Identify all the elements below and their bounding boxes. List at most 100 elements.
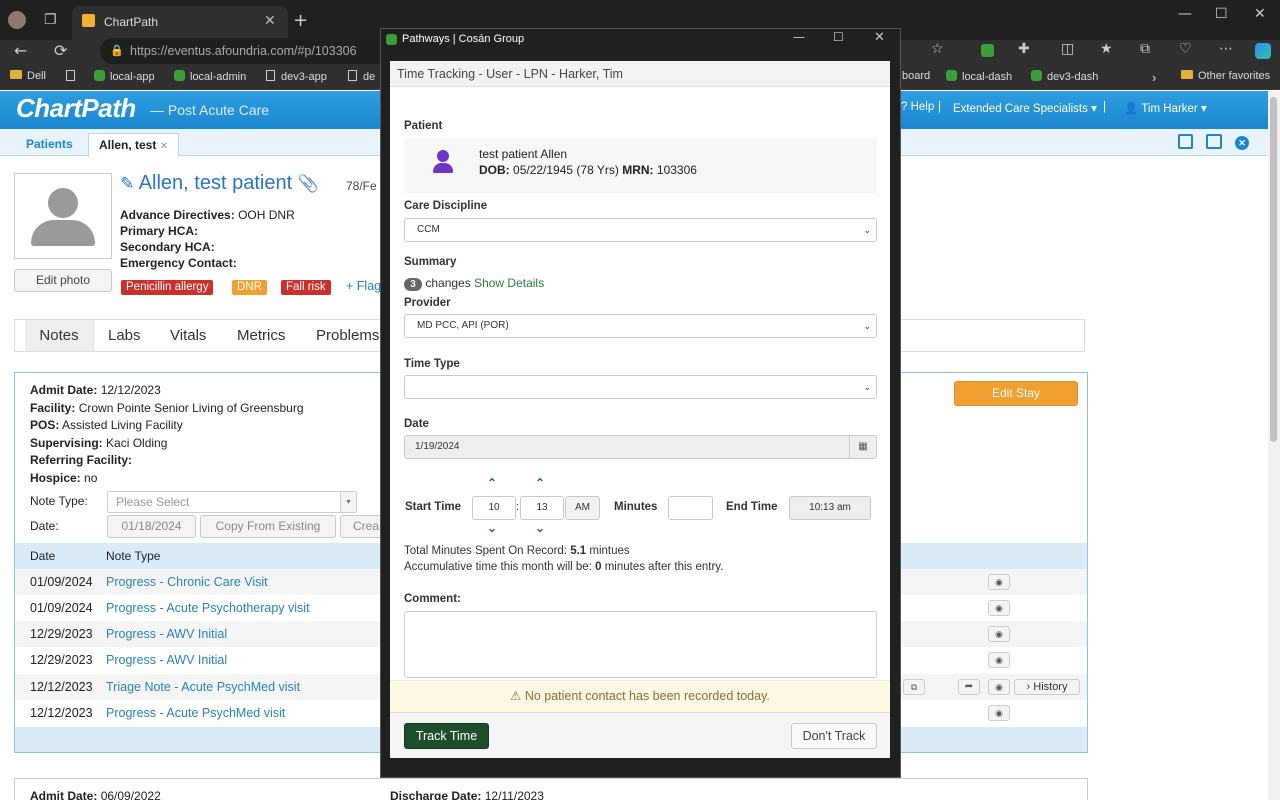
paperclip-icon[interactable]: 📎: [298, 174, 319, 193]
note-type-link[interactable]: Progress - Acute PsychMed visit: [106, 706, 285, 720]
settings-more-icon[interactable]: ⋯: [1219, 41, 1233, 57]
bookmark-board[interactable]: board: [902, 70, 930, 82]
refresh-icon[interactable]: ⟳: [54, 41, 67, 60]
bookmark-dell[interactable]: Dell: [10, 70, 46, 82]
tab-actions-icon[interactable]: ❐: [44, 12, 57, 28]
fall-risk-badge[interactable]: Fall risk: [281, 280, 331, 295]
minute-up-icon[interactable]: ⌃: [535, 476, 545, 490]
note-type-link[interactable]: Progress - Chronic Care Visit: [106, 575, 268, 589]
tab-labs[interactable]: Labs: [95, 320, 154, 351]
penicillin-allergy-badge[interactable]: Penicillin allergy: [121, 280, 214, 295]
user-dropdown[interactable]: 👤 Tim Harker ▾: [1124, 101, 1207, 115]
save-icon[interactable]: [1178, 134, 1193, 149]
new-tab-icon[interactable]: +: [293, 10, 308, 31]
note-type-link[interactable]: Progress - Acute Psychotherapy visit: [106, 601, 310, 615]
copy-note-icon[interactable]: ⧉: [903, 679, 925, 695]
note-date: 12/29/2023: [30, 653, 93, 667]
browser-essentials-icon[interactable]: ♡: [1179, 41, 1192, 57]
close-tab-icon[interactable]: ✕: [160, 141, 168, 152]
tab-metrics[interactable]: Metrics: [224, 320, 298, 351]
patient-name[interactable]: ✎ Allen, test patient 📎: [120, 172, 319, 195]
bookmark-de[interactable]: de: [348, 70, 375, 83]
profile-avatar[interactable]: [8, 11, 26, 29]
show-details-link[interactable]: Show Details: [474, 276, 544, 290]
add-flag-link[interactable]: + Flag: [346, 279, 381, 293]
green-bookmark-icon: [946, 70, 957, 81]
am-pm-toggle[interactable]: AM: [565, 496, 600, 520]
provider-select[interactable]: MD PCC, API (POR) ⌄: [404, 314, 877, 338]
scrollbar-thumb[interactable]: [1270, 97, 1277, 442]
popout-icon[interactable]: [1206, 134, 1222, 149]
maximize-icon[interactable]: ☐: [833, 30, 844, 44]
bookmark-dev3-app[interactable]: dev3-app: [266, 70, 327, 83]
bookmark-page[interactable]: [66, 70, 81, 83]
time-type-select[interactable]: ⌄: [404, 375, 877, 399]
calendar-icon[interactable]: ▦: [849, 436, 876, 458]
view-eye-icon[interactable]: ◉: [988, 626, 1010, 642]
close-patient-icon[interactable]: ✕: [1235, 136, 1249, 150]
minute-down-icon[interactable]: ⌄: [535, 521, 545, 535]
dnr-badge[interactable]: DNR: [232, 280, 267, 295]
other-favorites[interactable]: Other favorites: [1181, 70, 1270, 82]
back-icon[interactable]: ←: [14, 41, 27, 60]
flag-label: Flag: [356, 279, 382, 293]
browser-tab[interactable]: ChartPath ✕: [72, 6, 288, 40]
bookmark-dev3-dash[interactable]: dev3-dash: [1031, 70, 1098, 83]
org-dropdown[interactable]: Extended Care Specialists ▾: [953, 101, 1097, 115]
collections-icon[interactable]: ⧉: [1140, 41, 1150, 57]
view-eye-icon[interactable]: ◉: [988, 679, 1010, 695]
extension-icon[interactable]: [981, 44, 994, 57]
create-note-button[interactable]: Crea: [340, 515, 382, 538]
view-eye-icon[interactable]: ◉: [988, 652, 1010, 668]
edit-stay-button[interactable]: Edit Stay: [954, 381, 1078, 406]
copy-from-existing-button[interactable]: Copy From Existing: [200, 515, 336, 538]
pencil-icon[interactable]: ✎: [120, 174, 134, 193]
view-eye-icon[interactable]: ◉: [988, 705, 1010, 721]
copilot-icon[interactable]: [1255, 43, 1271, 59]
close-window-icon[interactable]: ✕: [1254, 6, 1266, 22]
minimize-window-icon[interactable]: —: [1178, 6, 1192, 22]
dont-track-button[interactable]: Don't Track: [791, 723, 877, 749]
hour-up-icon[interactable]: ⌃: [487, 476, 497, 490]
maximize-window-icon[interactable]: ☐: [1215, 6, 1228, 22]
help-link[interactable]: ? Help: [901, 101, 934, 113]
date-field[interactable]: 1/19/2024: [404, 435, 877, 459]
app-logo[interactable]: ChartPath: [16, 93, 136, 124]
start-hour-input[interactable]: 10: [472, 496, 516, 520]
extensions-icon[interactable]: ✚: [1018, 41, 1030, 57]
start-minute-input[interactable]: 13: [520, 496, 564, 520]
favorite-star-icon[interactable]: ☆: [931, 41, 944, 57]
tab-problems[interactable]: Problems: [303, 320, 392, 351]
comment-textarea[interactable]: [404, 611, 877, 678]
close-icon[interactable]: ✕: [874, 30, 885, 45]
tab-allen-test[interactable]: Allen, test ✕: [88, 133, 180, 157]
note-type-link[interactable]: Progress - AWV Initial: [106, 653, 227, 667]
bookmarks-overflow-icon[interactable]: ›: [1152, 70, 1156, 85]
tab-vitals[interactable]: Vitals: [157, 320, 219, 351]
favorites-icon[interactable]: ★: [1100, 41, 1113, 57]
note-type-link[interactable]: Triage Note - Acute PsychMed visit: [106, 680, 300, 694]
note-type-select[interactable]: Please Select ▾: [107, 491, 357, 513]
share-icon[interactable]: ➦: [958, 679, 980, 695]
bookmark-local-dash[interactable]: local-dash: [946, 70, 1012, 83]
minimize-icon[interactable]: —: [793, 30, 805, 44]
note-date-field[interactable]: 01/18/2024: [107, 515, 196, 538]
close-tab-icon[interactable]: ✕: [264, 12, 276, 29]
history-button[interactable]: › History: [1014, 679, 1080, 695]
tab-notes[interactable]: Notes: [25, 320, 94, 351]
edit-photo-button[interactable]: Edit photo: [14, 269, 112, 292]
lock-icon: 🔒: [110, 45, 124, 57]
bookmark-local-app[interactable]: local-app: [94, 70, 155, 83]
green-bookmark-icon: [94, 70, 105, 81]
green-bookmark-icon: [174, 70, 185, 81]
track-time-button[interactable]: Track Time: [404, 723, 489, 749]
care-discipline-select[interactable]: CCM ⌄: [404, 218, 877, 242]
view-eye-icon[interactable]: ◉: [988, 600, 1010, 616]
bookmark-local-admin[interactable]: local-admin: [174, 70, 246, 83]
minutes-input[interactable]: [668, 496, 713, 520]
note-type-link[interactable]: Progress - AWV Initial: [106, 627, 227, 641]
view-eye-icon[interactable]: ◉: [988, 574, 1010, 590]
tab-patients[interactable]: Patients: [16, 133, 83, 157]
hour-down-icon[interactable]: ⌄: [487, 521, 497, 535]
split-screen-icon[interactable]: ◫: [1061, 41, 1074, 57]
